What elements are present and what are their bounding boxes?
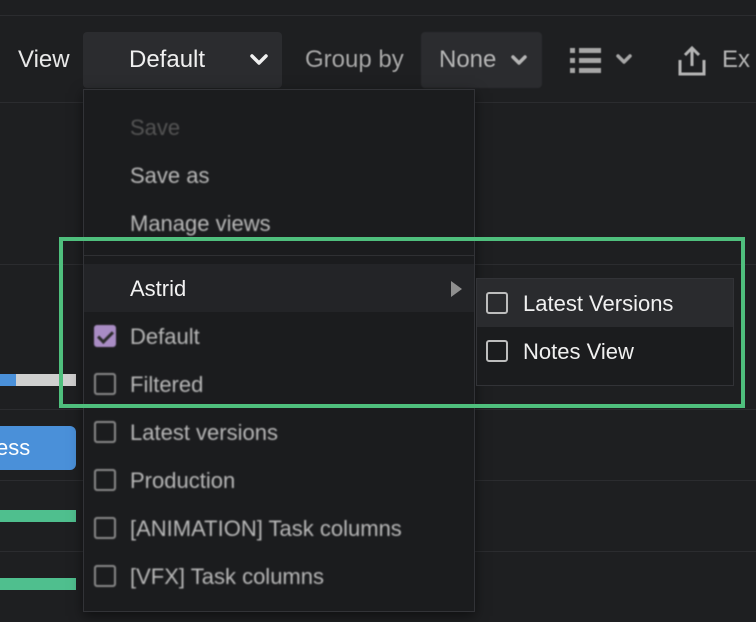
- view-label: View: [18, 46, 70, 73]
- menu-item-save-as[interactable]: Save as: [84, 151, 474, 199]
- list-icon: [570, 48, 632, 73]
- menu-item-view-vfx-task-columns[interactable]: [VFX] Task columns: [84, 552, 474, 600]
- view-dropdown[interactable]: Default: [83, 32, 282, 88]
- progress-bar-green: [0, 510, 76, 522]
- menu-item-label: Save: [130, 115, 181, 140]
- menu-item-view-animation-task-columns[interactable]: [ANIMATION] Task columns: [84, 504, 474, 552]
- export-label: Ex: [722, 46, 751, 73]
- menu-item-label: [VFX] Task columns: [130, 564, 324, 589]
- checkbox-icon[interactable]: [94, 469, 116, 491]
- group-by-dropdown[interactable]: None: [421, 32, 542, 88]
- progress-bar-green: [0, 578, 76, 590]
- group-by-label: Group by: [305, 46, 404, 73]
- highlight-box: [59, 237, 745, 408]
- upload-icon: [678, 45, 706, 76]
- view-dropdown-value: Default: [129, 46, 206, 73]
- chevron-down-icon: [250, 54, 268, 65]
- menu-item-label: Manage views: [130, 211, 271, 236]
- export-button[interactable]: Ex: [672, 44, 756, 78]
- menu-item-view-latest-versions[interactable]: Latest versions: [84, 408, 474, 456]
- status-badge[interactable]: ess: [0, 426, 76, 470]
- menu-item-label: Save as: [130, 163, 210, 188]
- checkbox-icon[interactable]: [94, 421, 116, 443]
- menu-item-save[interactable]: Save: [84, 103, 474, 151]
- menu-item-view-production[interactable]: Production: [84, 456, 474, 504]
- columns-menu-button[interactable]: [568, 46, 638, 76]
- group-by-value: None: [439, 46, 497, 73]
- menu-item-label: Latest versions: [130, 420, 278, 445]
- progress-bar-fill: [0, 374, 16, 386]
- checkbox-icon[interactable]: [94, 565, 116, 587]
- menu-item-label: [ANIMATION] Task columns: [130, 516, 402, 541]
- chevron-down-icon: [511, 55, 527, 65]
- grid-line: [0, 15, 756, 16]
- checkbox-icon[interactable]: [94, 517, 116, 539]
- menu-item-label: Production: [130, 468, 236, 493]
